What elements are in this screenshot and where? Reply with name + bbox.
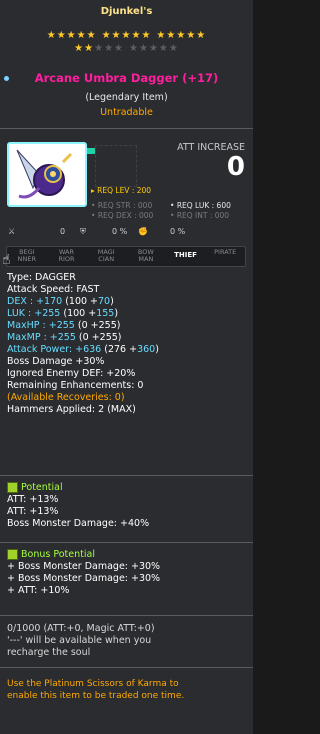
item-icon-frame — [7, 142, 87, 207]
stat-attack: Attack Power: +636 (276 +360) — [7, 344, 159, 355]
item-tooltip: Djunkel's ★★★★★ ★★★★★ ★★★★★ ★★★★★ ★★★★★ Arc… — [0, 0, 253, 734]
req-dex: • REQ DEX : 000 — [91, 211, 154, 220]
stat-luk: LUK : +255 (100 +155) — [7, 308, 119, 319]
bonus-line: + Boss Monster Damage: +30% — [7, 561, 161, 572]
star-empty-icon: ★ — [94, 43, 105, 54]
divider — [0, 542, 253, 543]
req-int: • REQ INT : 000 — [170, 211, 230, 220]
job-warrior: WAR RIOR — [58, 248, 75, 263]
flag-icon — [87, 148, 95, 154]
star-filled-icon: ★ — [84, 43, 95, 54]
star-filled-icon: ★ — [86, 30, 97, 41]
karma-section: Use the Platinum Scissors of Karma to en… — [7, 678, 184, 702]
star-empty-icon: ★ — [104, 43, 115, 54]
star-filled-icon: ★ — [196, 30, 207, 41]
fist-icon: ✊ — [138, 227, 148, 236]
star-filled-icon: ★ — [74, 43, 85, 54]
star-filled-icon: ★ — [101, 30, 112, 41]
owner-name: Djunkel's — [100, 6, 153, 17]
star-empty-icon: ★ — [138, 43, 149, 54]
job-requirement-bar: BEGI NNER WAR RIOR MAGI CIAN BOW MAN THIEF PIRATE — [6, 246, 246, 267]
star-filled-icon: ★ — [121, 30, 132, 41]
cursor-hand-icon: ☝ — [2, 252, 11, 268]
item-grade: (Legendary Item) — [85, 92, 168, 103]
divider — [0, 128, 253, 129]
potential-line: ATT: +13% — [7, 506, 59, 517]
soul-section: 0/1000 (ATT:+0, Magic ATT:+0) '---' will… — [7, 623, 155, 659]
mini-stat-1: ⚔ — [8, 227, 15, 236]
stat-speed: Attack Speed: FAST — [7, 284, 100, 295]
item-name: Arcane Umbra Dagger (+17) — [0, 71, 253, 85]
karma-line-2: enable this item to be traded one time. — [7, 691, 185, 701]
soul-note-1: '---' will be available when you — [7, 635, 152, 646]
job-bowman: BOW MAN — [137, 248, 154, 263]
req-str: • REQ STR : 000 — [91, 201, 153, 210]
star-empty-icon: ★ — [168, 43, 179, 54]
star-filled-icon: ★ — [46, 30, 57, 41]
star-filled-icon: ★ — [176, 30, 187, 41]
potential-line: Boss Monster Damage: +40% — [7, 518, 150, 529]
stat-hp: MaxHP : +255 (0 +255) — [7, 320, 121, 331]
stat-enhancements: Remaining Enhancements: 0 — [7, 380, 144, 391]
star-filled-icon: ★ — [131, 30, 142, 41]
star-filled-icon: ★ — [66, 30, 77, 41]
star-empty-icon: ★ — [114, 43, 124, 54]
job-magician: MAGI CIAN — [97, 248, 115, 263]
soul-status: 0/1000 (ATT:+0, Magic ATT:+0) — [7, 623, 155, 634]
stat-ied: Ignored Enemy DEF: +20% — [7, 368, 136, 379]
stat-hammers: Hammers Applied: 2 (MAX) — [7, 404, 136, 415]
job-thief: THIEF — [174, 251, 197, 259]
star-empty-icon: ★ — [129, 43, 139, 54]
karma-line-1: Use the Platinum Scissors of Karma to — [7, 679, 179, 689]
job-beginner: BEGI NNER — [17, 248, 37, 263]
star-filled-icon: ★ — [156, 30, 167, 41]
star-empty-icon: ★ — [158, 43, 169, 54]
stat-dex: DEX : +170 (100 +70) — [7, 296, 114, 307]
stats-list: Type: DAGGER Attack Speed: FAST DEX : +1… — [7, 272, 159, 416]
sword-icon: ⚔ — [8, 227, 16, 236]
stat-recoveries: (Available Recoveries: 0) — [7, 392, 125, 403]
star-filled-icon: ★ — [166, 30, 177, 41]
bonus-potential-section: Bonus Potential + Boss Monster Damage: +… — [7, 549, 160, 597]
star-filled-icon: ★ — [111, 30, 122, 41]
bonus-line: + Boss Monster Damage: +30% — [7, 573, 161, 584]
stat-type: Type: DAGGER — [7, 272, 76, 283]
cash-cover-slot — [95, 145, 137, 187]
req-luk: • REQ LUK : 600 — [170, 201, 231, 210]
star-empty-icon: ★ — [148, 43, 159, 54]
potential-section: Potential ATT: +13% ATT: +13% Boss Monst… — [7, 482, 149, 530]
bonus-line: + ATT: +10% — [7, 585, 70, 596]
potential-icon — [7, 482, 18, 493]
divider — [0, 475, 253, 476]
star-force-row-2: ★★★★★ ★★★★★ — [0, 43, 253, 54]
shield-icon: ⛨ — [80, 227, 86, 236]
potential-title: Potential — [7, 482, 149, 494]
star-filled-icon: ★ — [56, 30, 67, 41]
star-filled-icon: ★ — [141, 30, 152, 41]
att-increase-value: 0 — [226, 152, 245, 182]
potential-line: ATT: +13% — [7, 494, 59, 505]
mini-stat-2-value: 0 % — [112, 227, 128, 236]
name-dot-icon — [4, 76, 9, 81]
job-pirate: PIRATE — [214, 248, 237, 256]
divider — [0, 615, 253, 616]
bonus-potential-title: Bonus Potential — [7, 549, 160, 561]
stat-mp: MaxMP : +255 (0 +255) — [7, 332, 122, 343]
star-filled-icon: ★ — [76, 30, 87, 41]
star-force-row-1: ★★★★★ ★★★★★ ★★★★★ — [0, 30, 253, 41]
dagger-icon — [16, 149, 73, 199]
divider — [0, 667, 253, 668]
mini-stat-1-value: 0 — [60, 227, 66, 236]
mini-stat-3-value: 0 % — [170, 227, 186, 236]
bonus-potential-icon — [7, 549, 18, 560]
star-filled-icon: ★ — [186, 30, 197, 41]
stat-boss: Boss Damage +30% — [7, 356, 105, 367]
soul-note-2: recharge the soul — [7, 647, 91, 658]
req-level: ▸ REQ LEV : 200 — [91, 186, 152, 195]
trade-status: Untradable — [100, 107, 153, 118]
